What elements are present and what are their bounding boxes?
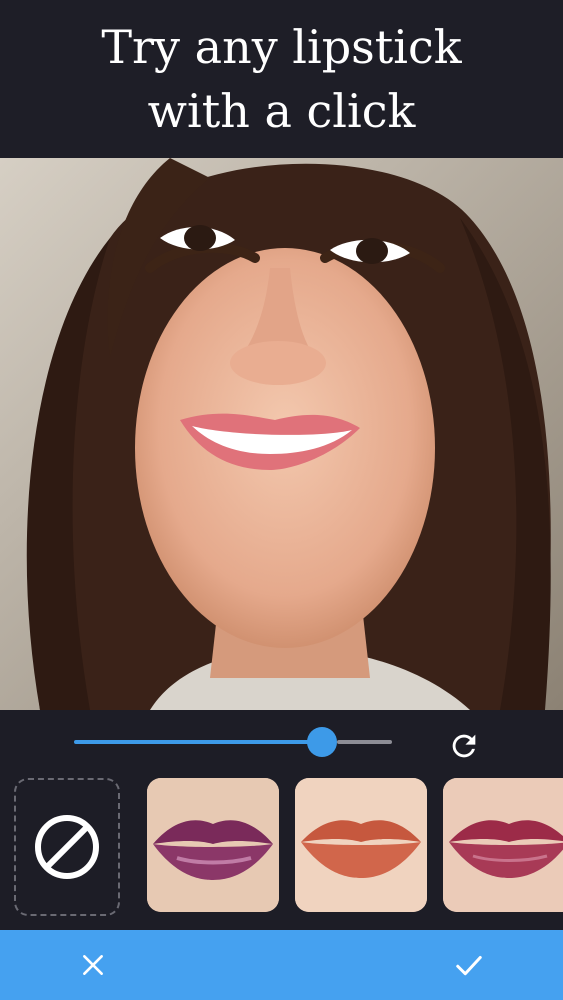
lipstick-swatch-list: [0, 776, 563, 916]
lips-plum-gloss: [147, 778, 279, 912]
confirm-button[interactable]: [444, 940, 494, 990]
headline-line-2: with a click: [147, 84, 416, 138]
close-icon: [83, 955, 103, 975]
lips-terracotta: [295, 778, 427, 912]
cancel-button[interactable]: [68, 940, 118, 990]
swatch-terracotta[interactable]: [295, 778, 427, 912]
bottom-action-bar: [0, 930, 563, 1000]
portrait-illustration: [0, 158, 563, 710]
refresh-icon: [452, 734, 476, 758]
slider-track-rest: [337, 740, 392, 744]
swatch-none[interactable]: [14, 778, 120, 916]
swatch-plum-gloss[interactable]: [147, 778, 279, 912]
headline-line-1: Try any lipstick: [101, 20, 462, 74]
reset-button[interactable]: [444, 726, 484, 766]
slider-track-fill: [74, 740, 322, 744]
controls-panel: [0, 710, 563, 930]
check-icon: [456, 956, 482, 976]
headline: Try any lipstick with a click: [12, 15, 552, 143]
slider-thumb[interactable]: [307, 727, 337, 757]
swatch-berry[interactable]: [443, 778, 563, 912]
intensity-slider[interactable]: [74, 727, 392, 757]
no-symbol-icon: [35, 815, 99, 879]
lips-berry: [443, 778, 563, 912]
portrait-photo: [0, 158, 563, 710]
header: Try any lipstick with a click: [0, 0, 563, 158]
